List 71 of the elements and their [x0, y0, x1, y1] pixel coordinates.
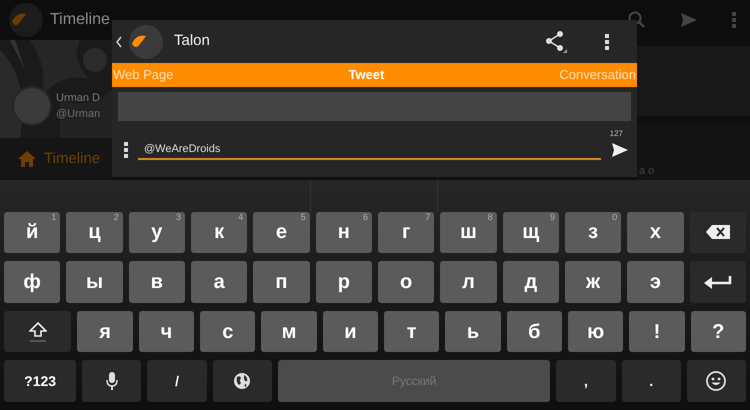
key-hint: 4: [238, 212, 244, 222]
tweet-input-field[interactable]: @WeAreDroids: [138, 140, 601, 160]
key[interactable]: с: [200, 310, 256, 352]
key[interactable]: б: [506, 310, 562, 352]
key[interactable]: ы: [66, 261, 123, 303]
key[interactable]: ?123: [4, 360, 76, 402]
key[interactable]: т: [384, 310, 440, 352]
key[interactable]: к 4: [190, 212, 248, 254]
home-icon: [18, 151, 36, 167]
overflow-menu-icon[interactable]: [605, 34, 609, 50]
key[interactable]: е 5: [253, 212, 310, 254]
key[interactable]: й 1: [4, 212, 60, 254]
microphone-key[interactable]: [82, 360, 142, 402]
key[interactable]: ц 2: [66, 212, 123, 254]
backspace-key[interactable]: [690, 212, 746, 254]
key[interactable]: ш 8: [440, 212, 497, 254]
key[interactable]: н 6: [316, 212, 372, 254]
key[interactable]: л: [440, 261, 497, 303]
key-hint: 5: [300, 212, 306, 222]
shift-key[interactable]: [4, 310, 72, 352]
key-hint: 3: [176, 212, 181, 222]
key[interactable]: ,: [556, 360, 616, 402]
key[interactable]: а: [190, 261, 248, 303]
key[interactable]: и: [322, 310, 378, 352]
key-hint: 8: [488, 212, 493, 222]
key[interactable]: г 7: [378, 212, 434, 254]
key-hint: 9: [550, 212, 555, 222]
dialog-title: Talon: [174, 31, 210, 52]
character-counter: 127: [608, 128, 624, 140]
key[interactable]: ь: [445, 310, 501, 352]
enter-key[interactable]: [690, 261, 746, 303]
globe-key[interactable]: [212, 360, 272, 402]
backspace-icon: [706, 225, 730, 240]
key[interactable]: э: [627, 261, 684, 303]
app-title: Timeline: [50, 10, 110, 30]
key-hint: 2: [114, 212, 119, 222]
key[interactable]: щ 9: [502, 212, 559, 254]
key-hint: 0: [612, 212, 618, 222]
key[interactable]: д: [502, 261, 559, 303]
key[interactable]: ж: [564, 261, 622, 303]
key[interactable]: з 0: [564, 212, 622, 254]
key[interactable]: о: [378, 261, 434, 303]
globe-icon: [233, 372, 252, 390]
key[interactable]: ю: [568, 310, 624, 352]
user-handle: @Urman: [56, 107, 100, 122]
microphone-icon: [106, 372, 118, 390]
shift-icon: [28, 322, 47, 342]
send-icon[interactable]: [611, 142, 629, 158]
key[interactable]: ф: [4, 261, 60, 303]
key[interactable]: п: [253, 261, 310, 303]
emoji-icon: [706, 371, 726, 392]
share-icon[interactable]: [545, 30, 567, 52]
key[interactable]: м: [261, 310, 317, 352]
key[interactable]: .: [622, 360, 681, 402]
key[interactable]: /: [147, 360, 207, 402]
key[interactable]: ?: [690, 310, 746, 352]
emoji-key[interactable]: [686, 360, 746, 402]
enter-icon: [704, 274, 732, 290]
key-hint: 1: [51, 212, 56, 222]
key-hint: 6: [362, 212, 368, 222]
key[interactable]: х: [627, 212, 684, 254]
key[interactable]: я: [77, 310, 133, 352]
key[interactable]: !: [629, 310, 685, 352]
key[interactable]: р: [316, 261, 372, 303]
back-icon[interactable]: [116, 36, 122, 48]
key-hint: 7: [425, 212, 430, 222]
key[interactable]: ч: [138, 310, 194, 352]
overflow-menu-icon[interactable]: [124, 142, 128, 158]
key[interactable]: в: [128, 261, 185, 303]
user-name: Urman D: [56, 90, 100, 106]
key[interactable]: у 3: [128, 212, 185, 254]
